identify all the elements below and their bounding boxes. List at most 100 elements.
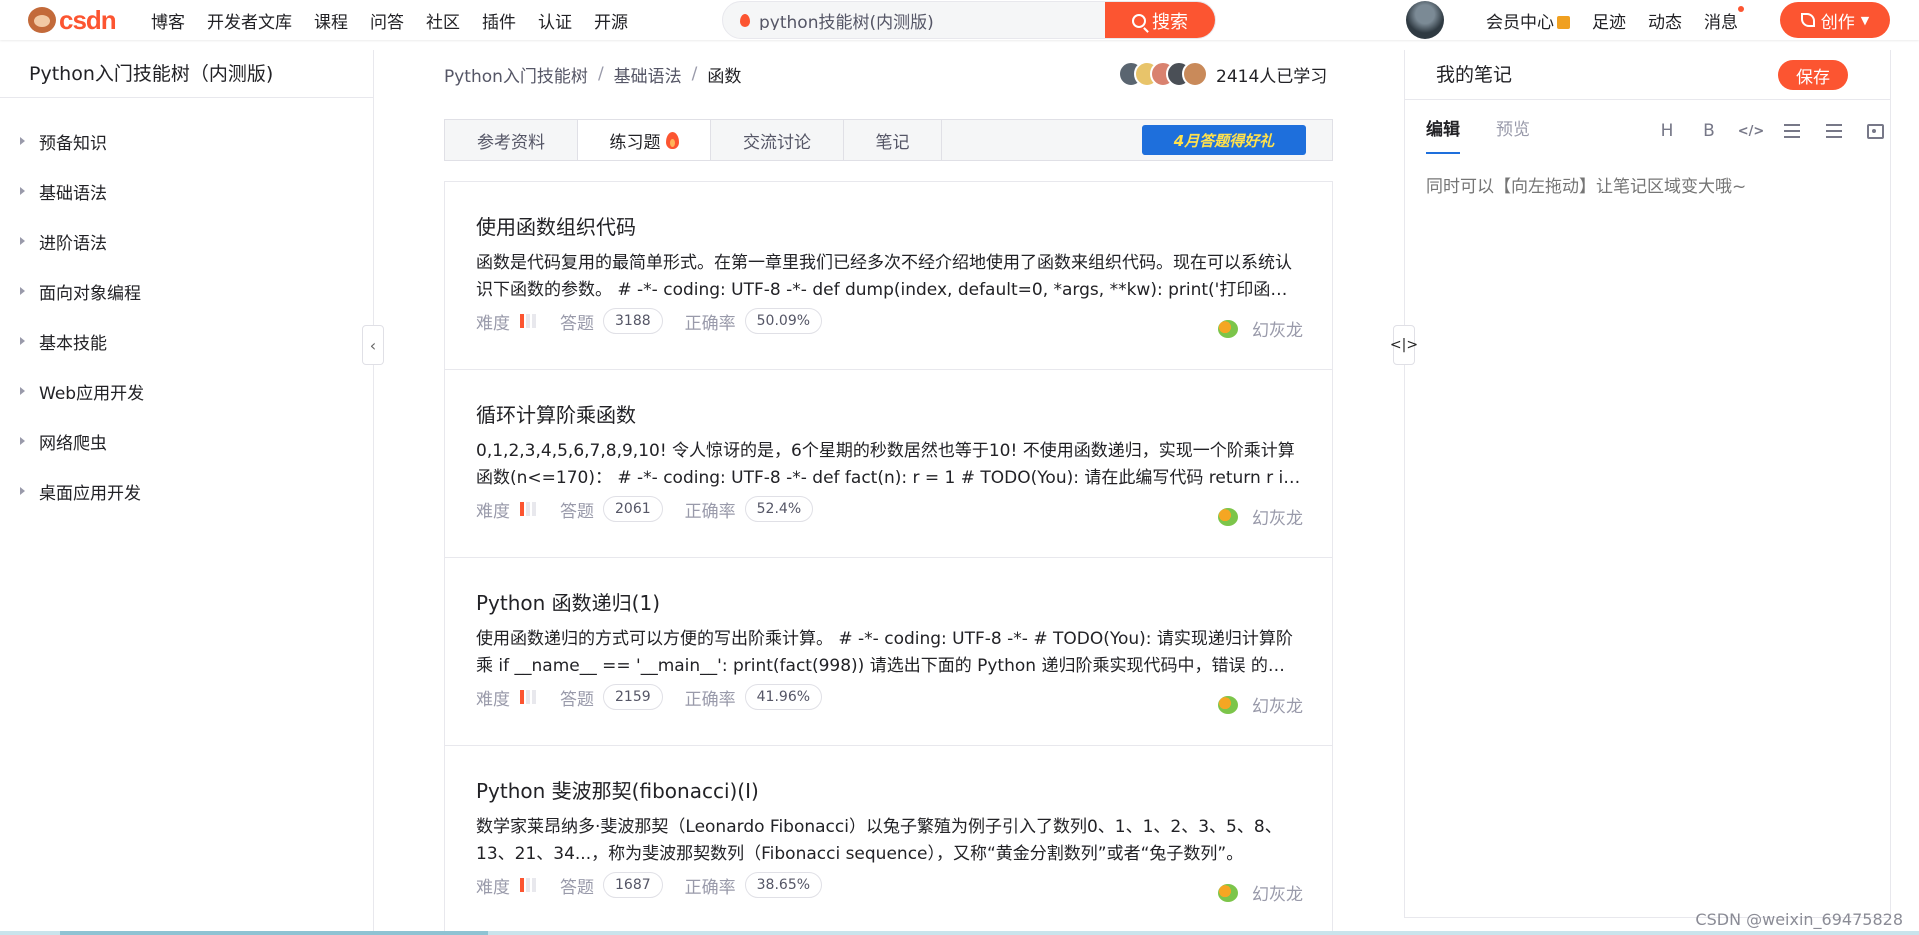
logo-text: csdn [59, 4, 117, 35]
unordered-list-icon[interactable] [1781, 120, 1803, 142]
accuracy-value: 50.09% [744, 308, 823, 334]
monkey-logo-icon [28, 7, 56, 33]
tree-item-prerequisites[interactable]: 预备知识 [0, 116, 373, 166]
notes-title: 我的笔记 [1436, 64, 1513, 86]
question-title[interactable]: 循环计算阶乘函数 [476, 402, 1301, 428]
question-author[interactable]: 幻灰龙 [1218, 316, 1303, 341]
caret-right-icon [20, 437, 25, 445]
breadcrumb-separator: / [597, 64, 604, 84]
question-author[interactable]: 幻灰龙 [1218, 692, 1303, 717]
resize-horizontal-icon: <|> [1389, 337, 1419, 353]
promo-banner[interactable]: 4月答题得好礼 [1142, 125, 1306, 155]
vip-center-link[interactable]: 会员中心 [1486, 8, 1570, 33]
nav-link-certification[interactable]: 认证 [538, 8, 572, 33]
nav-link-library[interactable]: 开发者文库 [207, 8, 292, 33]
messages-link[interactable]: 消息 [1704, 5, 1744, 33]
author-badge-icon [1218, 319, 1238, 338]
difficulty-bar [520, 690, 538, 704]
dynamic-link[interactable]: 动态 [1648, 8, 1682, 33]
unread-dot [1738, 5, 1744, 12]
footprint-link[interactable]: 足迹 [1592, 8, 1626, 33]
accuracy-value: 38.65% [744, 872, 823, 898]
question-title[interactable]: 使用函数组织代码 [476, 214, 1301, 240]
tree-item-label: Web应用开发 [39, 383, 145, 404]
tree-item-desktop-dev[interactable]: 桌面应用开发 [0, 466, 373, 516]
create-button[interactable]: 创作 ▼ [1780, 2, 1890, 38]
answers-label: 答题 [560, 313, 594, 334]
caret-right-icon [20, 337, 25, 345]
accuracy-value: 52.4% [744, 496, 814, 522]
tab-exercises[interactable]: 练习题 [578, 120, 711, 160]
tab-edit[interactable]: 编辑 [1426, 108, 1460, 154]
tree-item-basic-syntax[interactable]: 基础语法 [0, 166, 373, 216]
tab-label: 笔记 [875, 132, 910, 153]
content-tabs: 参考资料 练习题 交流讨论 笔记 4月答题得好礼 [444, 119, 1333, 161]
csdn-logo[interactable]: csdn [28, 4, 117, 35]
breadcrumb-separator: / [691, 64, 698, 84]
tree-item-advanced-syntax[interactable]: 进阶语法 [0, 216, 373, 266]
user-nav: 会员中心 足迹 动态 消息 [1486, 0, 1760, 40]
breadcrumb-item-syntax[interactable]: 基础语法 [614, 62, 682, 87]
nav-link-opensource[interactable]: 开源 [594, 8, 628, 33]
answers-count: 1687 [603, 872, 663, 898]
fire-icon [665, 131, 679, 149]
tab-label: 练习题 [609, 132, 661, 153]
ordered-list-icon[interactable] [1823, 120, 1845, 142]
notes-textarea[interactable] [1426, 172, 1866, 212]
search-button[interactable]: 搜索 [1105, 2, 1215, 38]
resize-notes-handle[interactable]: <|> [1389, 325, 1419, 365]
caret-right-icon [20, 137, 25, 145]
notes-panel: 我的笔记 保存 编辑 预览 H B </> [1404, 50, 1891, 918]
scrollbar-thumb[interactable] [60, 931, 488, 935]
notes-editor-toolbar: 编辑 预览 H B </> [1426, 108, 1884, 154]
nav-link-courses[interactable]: 课程 [314, 8, 348, 33]
search-icon [1132, 14, 1146, 28]
search-input[interactable] [759, 10, 1159, 30]
tab-preview[interactable]: 预览 [1496, 108, 1530, 154]
chevron-down-icon: ▼ [1860, 13, 1870, 27]
answers-count: 2159 [603, 684, 663, 710]
gift-icon [1557, 15, 1570, 29]
question-card[interactable]: 使用函数组织代码 函数是代码复用的最简单形式。在第一章里我们已经多次不经介绍地使… [445, 182, 1332, 370]
question-card[interactable]: Python 函数递归(1) 使用函数递归的方式可以方便的写出阶乘计算。 # -… [445, 558, 1332, 746]
nav-link-plugins[interactable]: 插件 [482, 8, 516, 33]
hot-fire-icon [740, 13, 750, 27]
answers-count: 2061 [603, 496, 663, 522]
bold-icon[interactable]: B [1698, 120, 1720, 142]
author-badge-icon [1218, 883, 1238, 902]
question-author[interactable]: 幻灰龙 [1218, 504, 1303, 529]
nav-link-community[interactable]: 社区 [426, 8, 460, 33]
difficulty-label: 难度 [476, 313, 510, 334]
learner-avatar [1182, 61, 1208, 87]
question-card[interactable]: Python 斐波那契(fibonacci)(I) 数学家莱昂纳多·斐波那契（L… [445, 746, 1332, 934]
question-meta: 难度 答题 2159 正确率 41.96% [476, 683, 1301, 711]
tree-item-web-dev[interactable]: Web应用开发 [0, 366, 373, 416]
nav-link-qa[interactable]: 问答 [370, 8, 404, 33]
question-author[interactable]: 幻灰龙 [1218, 880, 1303, 905]
question-meta: 难度 答题 3188 正确率 50.09% [476, 307, 1301, 335]
question-meta: 难度 答题 2061 正确率 52.4% [476, 495, 1301, 523]
accuracy-label: 正确率 [684, 501, 736, 522]
image-icon[interactable] [1864, 120, 1886, 142]
question-title[interactable]: Python 斐波那契(fibonacci)(I) [476, 778, 1301, 804]
breadcrumb-item-tree[interactable]: Python入门技能树 [444, 62, 588, 87]
heading-icon[interactable]: H [1656, 120, 1678, 142]
tree-item-label: 基础语法 [39, 183, 107, 204]
difficulty-bar [520, 502, 538, 516]
tree-item-basic-skills[interactable]: 基本技能 [0, 316, 373, 366]
tab-discussion[interactable]: 交流讨论 [711, 120, 844, 160]
tab-references[interactable]: 参考资料 [445, 120, 578, 160]
collapse-sidebar-button[interactable]: ‹ [362, 325, 384, 365]
breadcrumb-item-current: 函数 [707, 66, 742, 87]
tree-item-oop[interactable]: 面向对象编程 [0, 266, 373, 316]
author-name: 幻灰龙 [1252, 321, 1303, 341]
save-button[interactable]: 保存 [1778, 60, 1848, 90]
question-desc: 数学家莱昂纳多·斐波那契（Leonardo Fibonacci）以兔子繁殖为例子… [476, 817, 1282, 864]
code-icon[interactable]: </> [1736, 120, 1766, 142]
nav-link-blog[interactable]: 博客 [151, 8, 185, 33]
question-card[interactable]: 循环计算阶乘函数 0,1,2,3,4,5,6,7,8,9,10! 令人惊讶的是，… [445, 370, 1332, 558]
question-title[interactable]: Python 函数递归(1) [476, 590, 1301, 616]
tab-notes[interactable]: 笔记 [844, 120, 942, 160]
tree-item-crawler[interactable]: 网络爬虫 [0, 416, 373, 466]
user-avatar[interactable] [1406, 1, 1444, 39]
